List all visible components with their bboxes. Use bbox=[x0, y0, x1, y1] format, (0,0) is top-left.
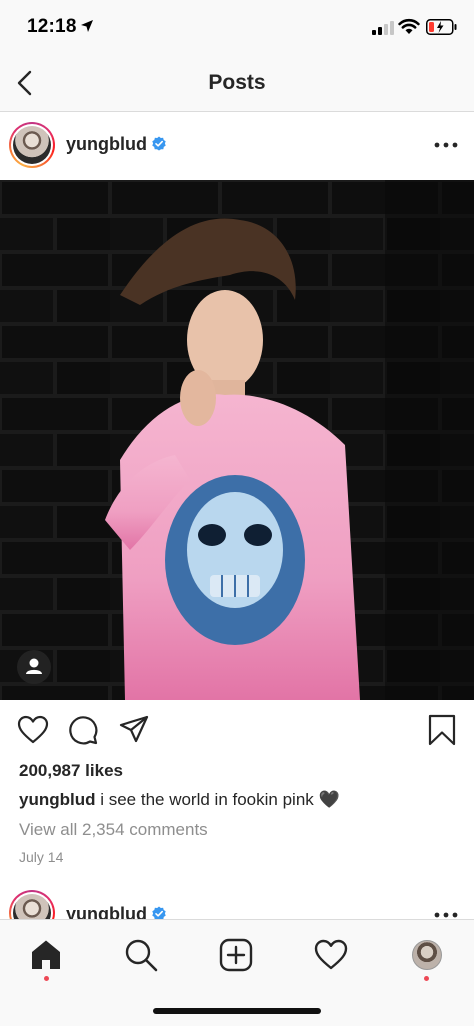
like-count[interactable]: 200,987 likes bbox=[19, 761, 123, 781]
comment-icon[interactable] bbox=[67, 714, 99, 746]
post-photo[interactable] bbox=[0, 180, 474, 700]
status-bar: 12:18 bbox=[0, 0, 474, 58]
activity-heart-icon[interactable] bbox=[314, 938, 348, 972]
home-notification-dot bbox=[44, 976, 49, 981]
page-title: Posts bbox=[208, 71, 266, 94]
post-actions bbox=[0, 700, 474, 760]
more-options-icon[interactable] bbox=[434, 912, 458, 918]
caption-text: i see the world in fookin pink 🖤 bbox=[95, 790, 340, 809]
like-heart-icon[interactable] bbox=[17, 714, 49, 746]
status-time: 12:18 bbox=[27, 16, 77, 37]
more-options-icon[interactable] bbox=[434, 142, 458, 148]
post-header: yungblud bbox=[0, 112, 474, 178]
view-comments-link[interactable]: View all 2,354 comments bbox=[19, 820, 208, 840]
home-indicator[interactable] bbox=[153, 1008, 321, 1014]
verified-badge-icon bbox=[152, 136, 166, 151]
profile-tab-avatar[interactable] bbox=[412, 940, 442, 970]
avatar[interactable] bbox=[9, 122, 55, 168]
battery-icon bbox=[426, 19, 457, 35]
home-icon[interactable] bbox=[29, 938, 63, 972]
post-username[interactable]: yungblud bbox=[66, 134, 147, 155]
person-icon bbox=[26, 658, 42, 674]
nav-header: Posts bbox=[0, 58, 474, 112]
tagged-people-button[interactable] bbox=[17, 650, 51, 684]
next-post-avatar[interactable] bbox=[9, 890, 55, 920]
share-send-icon[interactable] bbox=[118, 714, 150, 746]
search-icon[interactable] bbox=[124, 938, 158, 972]
bottom-tab-bar bbox=[0, 919, 474, 1026]
location-arrow-icon bbox=[81, 20, 93, 32]
verified-badge-icon bbox=[152, 906, 166, 920]
cellular-signal-icon bbox=[372, 21, 394, 35]
post-date: July 14 bbox=[19, 849, 64, 865]
wifi-icon bbox=[398, 18, 420, 34]
post-caption: yungblud i see the world in fookin pink … bbox=[19, 790, 340, 810]
profile-notification-dot bbox=[424, 976, 429, 981]
next-post-username[interactable]: yungblud bbox=[66, 904, 147, 920]
caption-username[interactable]: yungblud bbox=[19, 790, 95, 809]
next-post-header: yungblud bbox=[0, 880, 474, 920]
photo-image bbox=[0, 180, 474, 700]
save-bookmark-icon[interactable] bbox=[426, 714, 458, 746]
new-post-icon[interactable] bbox=[219, 938, 253, 972]
